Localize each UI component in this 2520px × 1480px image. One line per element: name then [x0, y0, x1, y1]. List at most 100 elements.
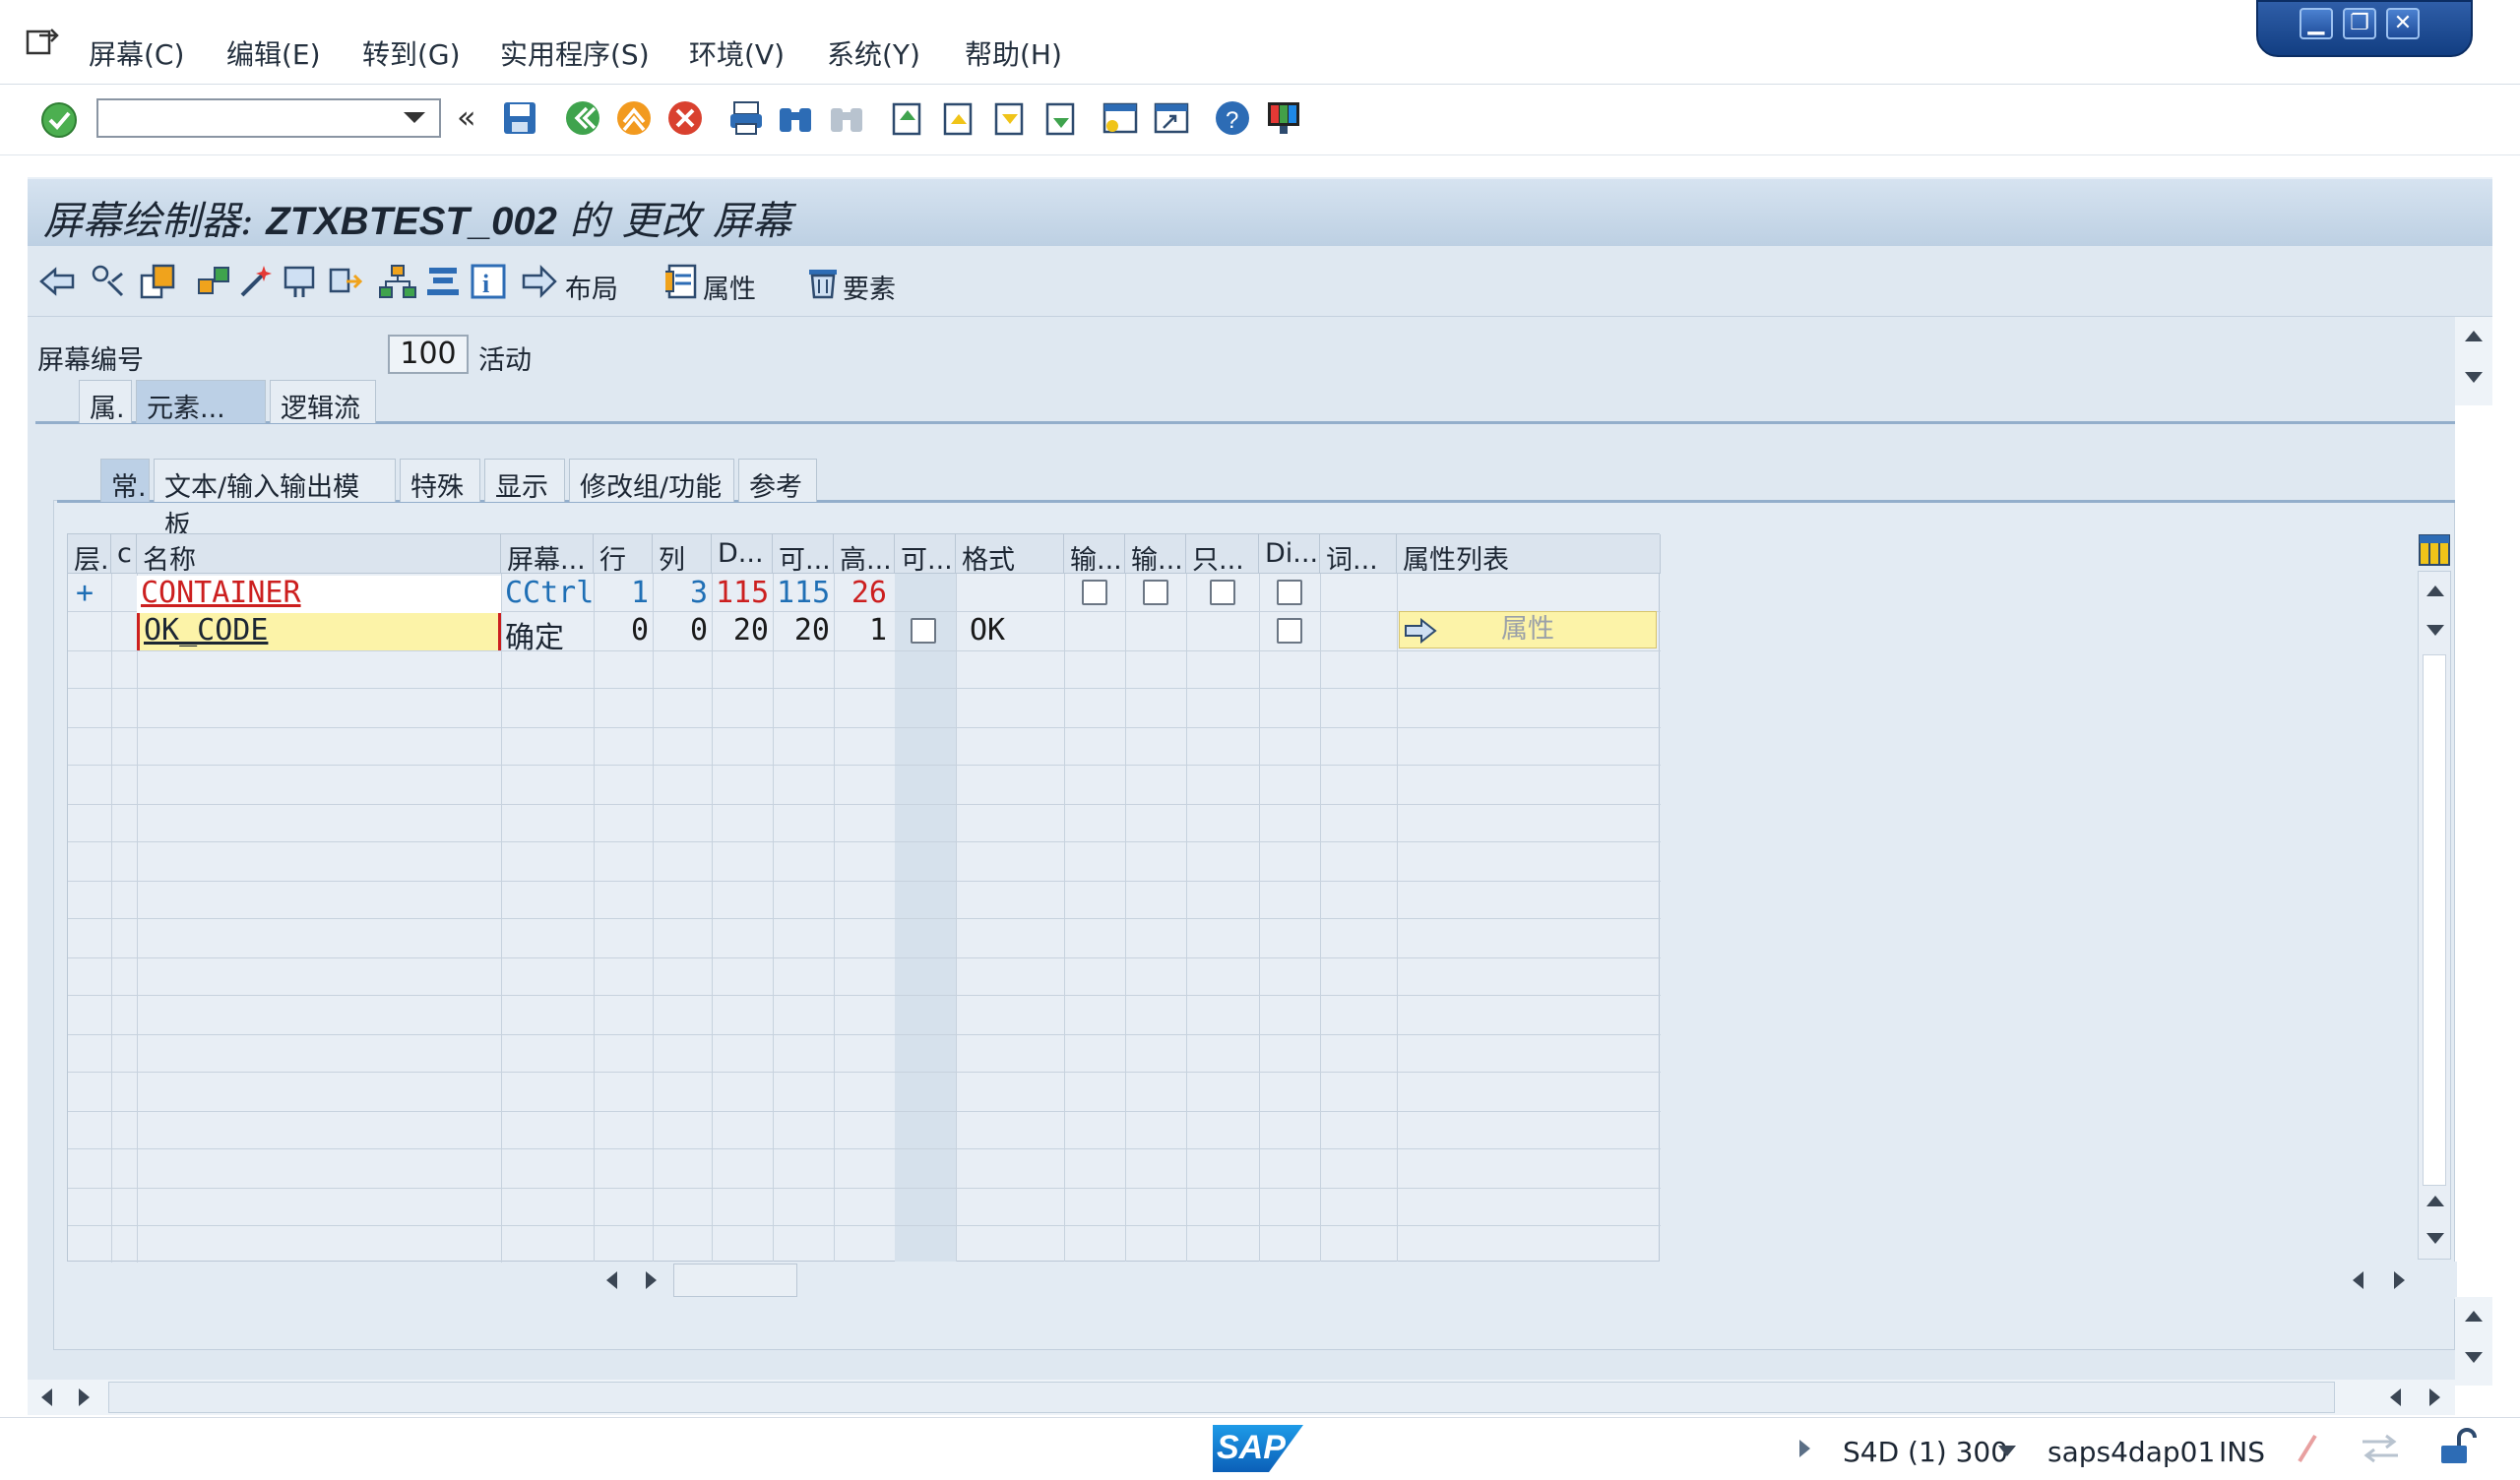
- layout-button[interactable]: 布局: [565, 268, 618, 306]
- tab-display[interactable]: 显示: [484, 459, 565, 503]
- menu-goto[interactable]: 转到(G): [362, 33, 461, 73]
- menu-system[interactable]: 系统(Y): [827, 33, 920, 73]
- save-icon[interactable]: [500, 98, 539, 138]
- col-header-format[interactable]: 格式: [956, 534, 1064, 574]
- hscroll-right-icon[interactable]: [646, 1271, 657, 1289]
- table-scroll-up-icon[interactable]: [2426, 586, 2444, 596]
- menu-screen[interactable]: 屏幕(C): [89, 33, 184, 73]
- tab-references[interactable]: 参考: [738, 459, 817, 503]
- page-hscroll-end-left-icon[interactable]: [2390, 1388, 2401, 1406]
- other-object-icon[interactable]: [89, 262, 128, 301]
- col-header-vis-length[interactable]: 可...: [773, 534, 834, 574]
- element-def-length[interactable]: 20: [712, 613, 773, 650]
- col-header-level[interactable]: 层.: [68, 534, 111, 574]
- element-format[interactable]: OK: [966, 613, 1009, 650]
- attributes-row-button[interactable]: 属性: [1399, 611, 1657, 648]
- tab-texts-io-templates[interactable]: 文本/输入输出模板: [154, 459, 396, 541]
- attributes-icon[interactable]: [663, 262, 703, 301]
- col-header-line[interactable]: 行: [594, 534, 653, 574]
- col-header-mark[interactable]: c: [111, 534, 137, 574]
- col-header-dict[interactable]: Di...: [1259, 534, 1320, 574]
- col-header-attribute-list[interactable]: 属性列表: [1397, 534, 1661, 574]
- table-scroll-down-icon[interactable]: [2426, 625, 2444, 636]
- stack-icon[interactable]: [423, 262, 463, 301]
- find-icon[interactable]: [776, 98, 815, 138]
- wand-icon[interactable]: [236, 262, 276, 301]
- scroll-up-icon[interactable]: [2465, 331, 2483, 341]
- element-vis-length[interactable]: 115: [773, 576, 834, 613]
- table-scroll-page-down-icon[interactable]: [2426, 1233, 2444, 1244]
- check-icon[interactable]: [195, 262, 234, 301]
- back-green-icon[interactable]: [563, 98, 602, 138]
- element-line[interactable]: 1: [607, 576, 653, 613]
- input-checkbox[interactable]: [1082, 580, 1107, 605]
- next-page-icon[interactable]: [990, 98, 1030, 138]
- page-scroll-bottom[interactable]: [2455, 1297, 2492, 1386]
- page-hscroll-end-right-icon[interactable]: [2429, 1388, 2440, 1406]
- page-scroll-top[interactable]: [2455, 317, 2492, 405]
- find-next-icon[interactable]: [827, 98, 866, 138]
- table-scroll-thumb[interactable]: [2423, 654, 2446, 1186]
- activate-icon[interactable]: [138, 262, 177, 301]
- security-lock-icon[interactable]: [2437, 1428, 2477, 1467]
- command-field[interactable]: [96, 98, 441, 138]
- customize-layout-icon[interactable]: [1264, 98, 1303, 138]
- exit-menu-icon[interactable]: [26, 26, 61, 57]
- table-row[interactable]: OK_CODE 确定 0 0 20 20 1 OK: [68, 612, 1397, 655]
- tab-modif-groups[interactable]: 修改组/功能: [569, 459, 734, 503]
- page-hscroll-right-icon[interactable]: [79, 1388, 90, 1406]
- menu-utilities[interactable]: 实用程序(S): [500, 33, 650, 73]
- restore-button[interactable]: ❐: [2343, 8, 2376, 39]
- page-scroll-up-icon[interactable]: [2465, 1311, 2483, 1322]
- col-header-def-length[interactable]: D...: [712, 534, 773, 574]
- col-header-scrollable[interactable]: 可...: [895, 534, 956, 574]
- hierarchy-icon[interactable]: [378, 262, 417, 301]
- help-icon[interactable]: ?: [1213, 98, 1252, 138]
- col-header-output-only[interactable]: 只...: [1186, 534, 1259, 574]
- element-vis-length[interactable]: 20: [773, 613, 834, 650]
- create-session-icon[interactable]: [1101, 98, 1140, 138]
- layout-editor-icon[interactable]: [282, 262, 321, 301]
- tab-elements[interactable]: 元素...: [136, 380, 266, 424]
- hscroll-col-right-icon[interactable]: [2394, 1271, 2405, 1289]
- table-row[interactable]: + CONTAINER CCtrl 1 3 115 115 26: [68, 574, 1397, 613]
- element-column[interactable]: 0: [666, 613, 712, 650]
- dict-checkbox[interactable]: [1277, 618, 1302, 644]
- previous-page-icon[interactable]: [939, 98, 978, 138]
- input-mode[interactable]: INS: [2219, 1436, 2265, 1468]
- generate-shortcut-icon[interactable]: [1152, 98, 1191, 138]
- system-dropdown-icon[interactable]: [1998, 1446, 2016, 1456]
- back-arrow-icon[interactable]: [37, 262, 77, 301]
- menu-environment[interactable]: 环境(V): [689, 33, 785, 73]
- element-name[interactable]: OK_CODE: [137, 613, 501, 650]
- tab-special[interactable]: 特殊: [400, 459, 480, 503]
- table-vertical-scrollbar[interactable]: [2418, 571, 2451, 1260]
- element-line[interactable]: 0: [607, 613, 653, 650]
- page-hscroll-thumb[interactable]: [108, 1382, 2335, 1413]
- minimize-button[interactable]: ▁: [2300, 8, 2333, 39]
- system-info[interactable]: S4D (1) 300: [1843, 1436, 2008, 1468]
- exit-orange-icon[interactable]: [614, 98, 654, 138]
- col-header-output[interactable]: 输...: [1125, 534, 1186, 574]
- print-icon[interactable]: [726, 98, 766, 138]
- status-expand-icon[interactable]: [1799, 1440, 1810, 1457]
- last-page-icon[interactable]: [1041, 98, 1081, 138]
- element-def-length[interactable]: 115: [712, 576, 773, 613]
- menu-help[interactable]: 帮助(H): [965, 33, 1062, 73]
- col-header-name[interactable]: 名称: [137, 534, 501, 574]
- element-column[interactable]: 3: [666, 576, 712, 613]
- col-header-height[interactable]: 高...: [834, 534, 895, 574]
- first-page-icon[interactable]: [888, 98, 927, 138]
- col-header-word[interactable]: 词...: [1320, 534, 1397, 574]
- chevron-down-icon[interactable]: [404, 112, 425, 123]
- page-scroll-down-icon[interactable]: [2465, 1352, 2483, 1363]
- menu-edit[interactable]: 编辑(E): [226, 33, 321, 73]
- col-header-input[interactable]: 输...: [1064, 534, 1125, 574]
- elements-button[interactable]: 要素: [843, 268, 896, 306]
- table-settings-icon[interactable]: [2418, 533, 2451, 567]
- hscroll-left-icon[interactable]: [606, 1271, 617, 1289]
- trash-icon[interactable]: [803, 262, 843, 301]
- layout-arrow-icon[interactable]: [520, 262, 559, 301]
- hscroll-thumb[interactable]: [673, 1264, 797, 1297]
- tab-general[interactable]: 常.: [100, 459, 150, 503]
